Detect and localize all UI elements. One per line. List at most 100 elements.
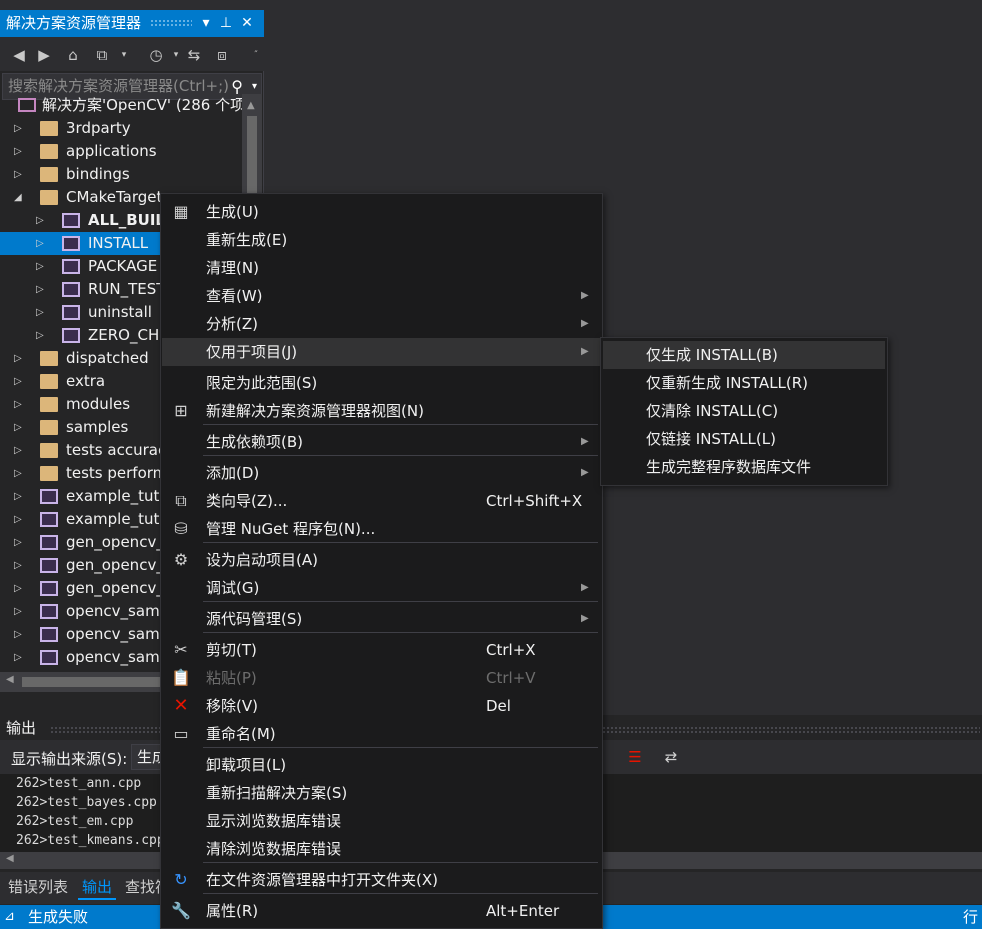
menu-item[interactable]: 重新生成(E) — [162, 226, 601, 254]
solution-root[interactable]: 解决方案'OpenCV' (286 个项目) — [0, 94, 242, 117]
collapsed-arrow-icon[interactable]: ▷ — [14, 531, 26, 554]
menu-item-label: 新建解决方案资源管理器视图(N) — [206, 402, 424, 420]
menu-item[interactable]: 限定为此范围(S) — [162, 369, 601, 397]
tree-item[interactable]: ▷ 3rdparty — [0, 117, 242, 140]
collapsed-arrow-icon[interactable]: ▷ — [14, 163, 26, 186]
menu-item[interactable]: 源代码管理(S) ▶ — [162, 605, 601, 633]
history-icon[interactable]: ◷ — [146, 45, 166, 65]
tree-item-label: gen_opencv_ — [66, 556, 164, 574]
collapsed-arrow-icon[interactable]: ▷ — [36, 255, 48, 278]
collapsed-arrow-icon[interactable]: ▷ — [14, 462, 26, 485]
solution-explorer-toolbar: ◀ ▶ ⌂ ⧉ ▾ ◷ ▾ ⇆ ⧈ ″ — [0, 37, 264, 71]
dropdown-icon[interactable]: ▾ — [197, 10, 215, 37]
collapsed-arrow-icon[interactable]: ▷ — [36, 209, 48, 232]
submenu-arrow-icon: ▶ — [581, 290, 589, 301]
collapsed-arrow-icon[interactable]: ▷ — [14, 508, 26, 531]
collapsed-arrow-icon[interactable]: ▷ — [14, 577, 26, 600]
more-icon[interactable]: ″ — [246, 45, 266, 65]
tree-item-label: opencv_samp — [66, 625, 170, 643]
collapsed-arrow-icon[interactable]: ▷ — [14, 600, 26, 623]
collapsed-arrow-icon[interactable]: ▷ — [14, 439, 26, 462]
tree-item[interactable]: ▷ bindings — [0, 163, 242, 186]
collapsed-arrow-icon[interactable]: ▷ — [14, 347, 26, 370]
collapsed-arrow-icon[interactable]: ▷ — [36, 324, 48, 347]
menu-item-label: 重命名(M) — [206, 725, 276, 743]
nuget-icon: ⛁ — [174, 519, 188, 538]
menu-item[interactable]: 生成依赖项(B) ▶ — [162, 428, 601, 456]
close-icon[interactable]: ✕ — [238, 10, 256, 37]
menu-item-label: 粘贴(P) — [206, 669, 257, 687]
submenu-item-label: 仅重新生成 INSTALL(R) — [646, 374, 809, 392]
project-icon — [40, 581, 58, 596]
menu-item[interactable]: 清理(N) — [162, 254, 601, 282]
menu-item[interactable]: ⛁ 管理 NuGet 程序包(N)... — [162, 515, 601, 543]
submenu-item[interactable]: 仅清除 INSTALL(C) — [603, 397, 885, 425]
menu-item[interactable]: ✕ 移除(V) Del — [162, 692, 601, 720]
collapsed-arrow-icon[interactable]: ▷ — [14, 393, 26, 416]
menu-item[interactable]: 显示浏览数据库错误 — [162, 807, 601, 835]
menu-item[interactable]: 添加(D) ▶ — [162, 459, 601, 487]
collapsed-arrow-icon[interactable]: ▷ — [36, 301, 48, 324]
scroll-left-icon[interactable]: ◀ — [6, 674, 14, 685]
collapsed-arrow-icon[interactable]: ▷ — [36, 232, 48, 255]
tree-item[interactable]: ▷ applications — [0, 140, 242, 163]
clear-all-icon[interactable]: ☰ — [624, 746, 646, 768]
menu-item-label: 显示浏览数据库错误 — [206, 812, 342, 830]
menu-item[interactable]: 查看(W) ▶ — [162, 282, 601, 310]
history-dropdown-icon[interactable]: ▾ — [166, 45, 186, 65]
submenu-arrow-icon: ▶ — [581, 582, 589, 593]
tree-item-label: opencv_samp — [66, 602, 170, 620]
title-grip[interactable] — [150, 19, 192, 28]
collapsed-arrow-icon[interactable]: ▷ — [14, 140, 26, 163]
sync-icon[interactable]: ⇆ — [184, 45, 204, 65]
output-scroll-left-icon[interactable]: ◀ — [6, 853, 14, 864]
expanded-arrow-icon[interactable]: ◢ — [14, 186, 26, 209]
menu-item[interactable]: 清除浏览数据库错误 — [162, 835, 601, 863]
menu-item[interactable]: 重新扫描解决方案(S) — [162, 779, 601, 807]
switch-views-icon[interactable]: ⧉ — [92, 45, 112, 65]
menu-item-label: 设为启动项目(A) — [206, 551, 318, 569]
tab-output[interactable]: 输出 — [78, 874, 117, 900]
menu-item[interactable]: ↻ 在文件资源管理器中打开文件夹(X) — [162, 866, 601, 894]
collapsed-arrow-icon[interactable]: ▷ — [14, 646, 26, 669]
submenu-item[interactable]: 生成完整程序数据库文件 — [603, 453, 885, 481]
collapsed-arrow-icon[interactable]: ▷ — [14, 623, 26, 646]
collapsed-arrow-icon[interactable]: ▷ — [14, 117, 26, 140]
submenu-item[interactable]: 仅生成 INSTALL(B) — [603, 341, 885, 369]
menu-item-label: 重新扫描解决方案(S) — [206, 784, 348, 802]
collapsed-arrow-icon[interactable]: ▷ — [14, 416, 26, 439]
word-wrap-icon[interactable]: ⇄ — [660, 746, 682, 768]
back-icon[interactable]: ◀ — [9, 45, 29, 65]
pin-icon[interactable]: ⊥ — [217, 10, 235, 37]
menu-item[interactable]: 卸载项目(L) — [162, 751, 601, 779]
open-folder-icon: ↻ — [174, 870, 188, 889]
collapsed-arrow-icon[interactable]: ▷ — [14, 554, 26, 577]
project-icon — [62, 259, 80, 274]
menu-item[interactable]: ⧉ 类向导(Z)... Ctrl+Shift+X — [162, 487, 601, 515]
tree-item-label: gen_opencv_ — [66, 533, 164, 551]
switch-views-dropdown-icon[interactable]: ▾ — [114, 45, 134, 65]
folder-icon — [40, 121, 58, 136]
menu-item[interactable]: ⚙ 设为启动项目(A) — [162, 546, 601, 574]
home-icon[interactable]: ⌂ — [63, 45, 83, 65]
collapsed-arrow-icon[interactable]: ▷ — [14, 485, 26, 508]
folder-icon — [40, 351, 58, 366]
collapse-all-icon[interactable]: ⧈ — [212, 45, 232, 65]
tree-item-label: PACKAGE — [88, 257, 158, 275]
scroll-up-icon[interactable]: ▲ — [247, 100, 255, 111]
collapsed-arrow-icon[interactable]: ▷ — [14, 370, 26, 393]
menu-item[interactable]: ▭ 重命名(M) — [162, 720, 601, 748]
menu-item[interactable]: 🔧 属性(R) Alt+Enter — [162, 897, 601, 925]
forward-icon[interactable]: ▶ — [34, 45, 54, 65]
menu-item[interactable]: 仅用于项目(J) ▶ — [162, 338, 601, 366]
submenu-item[interactable]: 仅链接 INSTALL(L) — [603, 425, 885, 453]
hscroll-thumb[interactable] — [22, 677, 162, 687]
menu-item[interactable]: ✂ 剪切(T) Ctrl+X — [162, 636, 601, 664]
menu-item[interactable]: 分析(Z) ▶ — [162, 310, 601, 338]
collapsed-arrow-icon[interactable]: ▷ — [36, 278, 48, 301]
menu-item[interactable]: ⊞ 新建解决方案资源管理器视图(N) — [162, 397, 601, 425]
tab-error-list[interactable]: 错误列表 — [4, 874, 72, 900]
submenu-item[interactable]: 仅重新生成 INSTALL(R) — [603, 369, 885, 397]
menu-item[interactable]: ▦ 生成(U) — [162, 198, 601, 226]
menu-item[interactable]: 调试(G) ▶ — [162, 574, 601, 602]
